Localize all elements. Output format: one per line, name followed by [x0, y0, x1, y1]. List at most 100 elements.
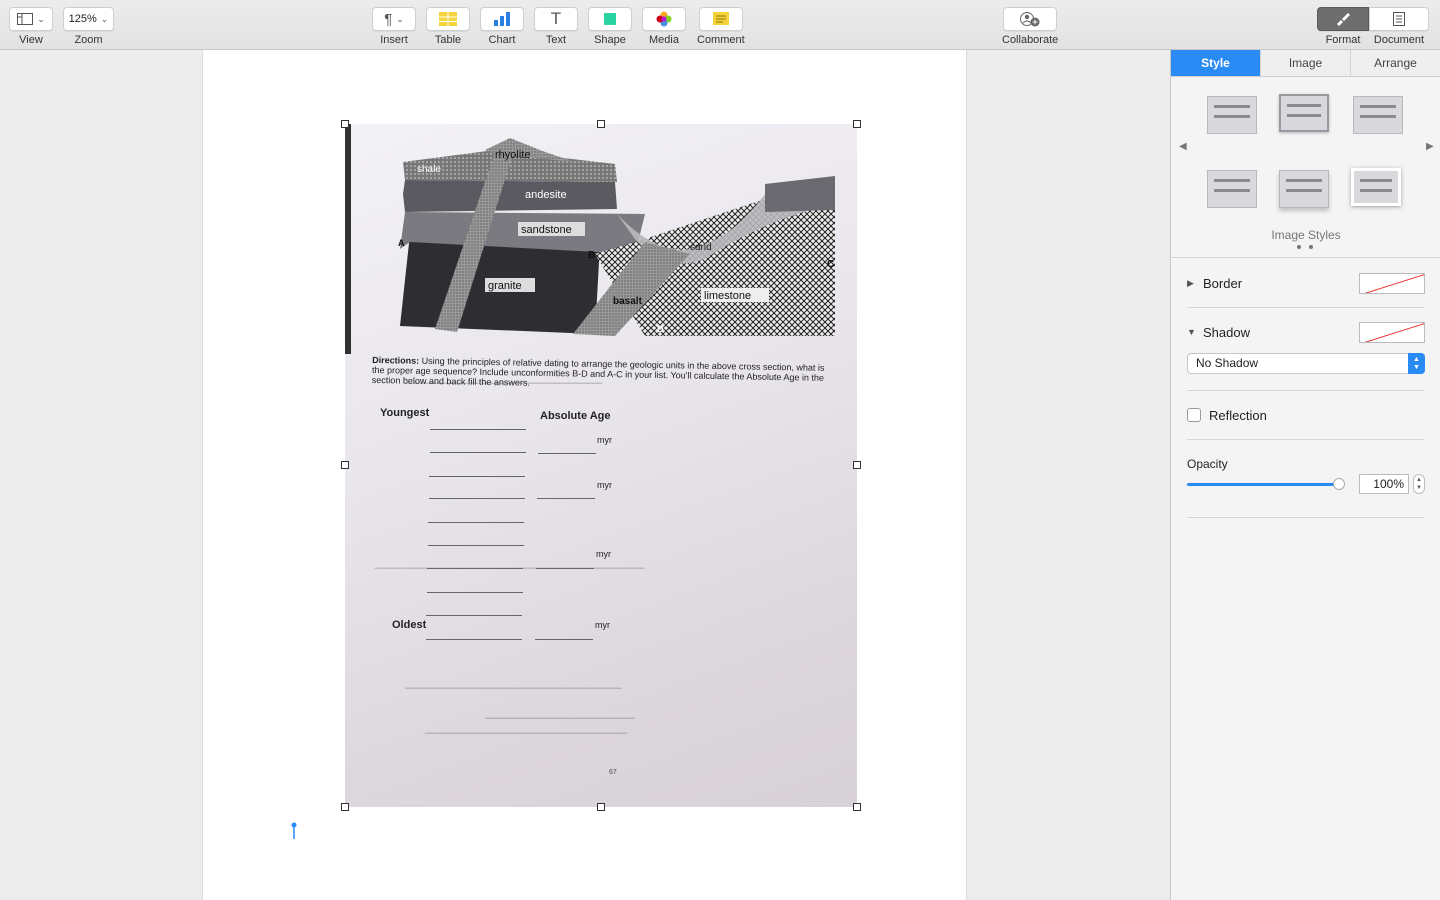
square-shape-icon — [604, 13, 616, 25]
tab-style[interactable]: Style — [1171, 50, 1261, 76]
media-control[interactable]: Media — [642, 7, 686, 46]
bleed-through-text: ━━━━━━━━━━━━━━━━━━━━━━━━━━━━━━━━━━━━━━━━… — [405, 684, 622, 693]
opacity-label: Opacity — [1187, 457, 1228, 471]
divider — [1187, 390, 1424, 391]
border-color-swatch[interactable] — [1359, 273, 1425, 294]
image-style-thumbnail[interactable] — [1207, 96, 1257, 134]
bleed-through-text: ━━━━━━━━━━━━━━━━━━━━━━━━━━━━━━━ — [485, 714, 635, 723]
shape-control[interactable]: Shape — [588, 7, 632, 46]
image-style-thumbnail[interactable] — [1279, 94, 1329, 132]
divider — [1171, 257, 1440, 258]
text-control[interactable]: T Text — [534, 7, 578, 46]
insert-control[interactable]: ¶ ⌄ Insert — [372, 7, 416, 46]
tab-image[interactable]: Image — [1261, 50, 1351, 76]
text-label: Text — [545, 34, 567, 46]
answer-line — [426, 639, 522, 640]
page-dot[interactable] — [1297, 245, 1301, 249]
document-page[interactable]: rhyolite shale andesite sandstone sand g… — [202, 50, 967, 900]
text-button[interactable]: T — [534, 7, 578, 31]
opacity-stepper[interactable]: ▲ ▼ — [1413, 474, 1425, 494]
worksheet-photo[interactable]: rhyolite shale andesite sandstone sand g… — [345, 124, 857, 807]
bleed-through-text: ━━━━━━━━━━━━━━━━━━━━━━━━━━━━━━━━━━━━━━━━… — [425, 729, 628, 738]
label-sandstone: sandstone — [521, 224, 572, 236]
collaborate-label: Collaborate — [1002, 34, 1059, 46]
myr-unit: myr — [597, 480, 612, 490]
selection-handle-bottom-right[interactable] — [853, 803, 861, 811]
answer-line — [430, 429, 526, 430]
image-style-thumbnail[interactable] — [1279, 170, 1329, 208]
chevron-down-icon: ⌄ — [37, 13, 45, 24]
media-button[interactable] — [642, 7, 686, 31]
bar-chart-icon — [494, 12, 510, 26]
view-control[interactable]: ⌄ View — [9, 7, 53, 46]
chart-control[interactable]: Chart — [480, 7, 524, 46]
tab-arrange[interactable]: Arrange — [1351, 50, 1440, 76]
answer-line — [430, 452, 526, 453]
answer-line — [427, 568, 523, 569]
document-control[interactable]: Document — [1369, 7, 1429, 46]
up-down-chevron-icon: ▲ ▼ — [1408, 353, 1425, 374]
answer-line — [429, 476, 525, 477]
label-shale: shale — [417, 164, 441, 175]
document-label: Document — [1373, 34, 1425, 46]
comment-control[interactable]: Comment — [697, 7, 745, 46]
table-control[interactable]: Table — [426, 7, 470, 46]
zoom-label: Zoom — [74, 34, 103, 46]
next-styles-arrow-icon[interactable]: ▶ — [1426, 141, 1434, 152]
selection-handle-top[interactable] — [597, 120, 605, 128]
disclosure-triangle-right-icon[interactable]: ▶ — [1187, 278, 1194, 289]
add-person-icon — [1020, 12, 1040, 27]
selection-handle-right[interactable] — [853, 461, 861, 469]
opacity-slider-knob[interactable] — [1333, 478, 1345, 490]
collaborate-control[interactable]: Collaborate — [1002, 7, 1058, 46]
selection-handle-top-left[interactable] — [341, 120, 349, 128]
border-label[interactable]: Border — [1203, 276, 1242, 291]
label-a: A — [398, 238, 405, 248]
view-button[interactable]: ⌄ — [9, 7, 53, 31]
selection-handle-left[interactable] — [341, 461, 349, 469]
image-style-thumbnail[interactable] — [1351, 168, 1401, 206]
collaborate-button[interactable] — [1003, 7, 1058, 31]
reflection-label[interactable]: Reflection — [1209, 408, 1267, 423]
age-line — [537, 498, 595, 499]
zoom-control[interactable]: 125% ⌄ Zoom — [63, 7, 114, 46]
selection-handle-top-right[interactable] — [853, 120, 861, 128]
shadow-color-swatch[interactable] — [1359, 322, 1425, 343]
binder-edge — [345, 124, 351, 354]
age-line — [538, 453, 596, 454]
divider — [1187, 517, 1424, 518]
chart-button[interactable] — [480, 7, 524, 31]
zoom-select[interactable]: 125% ⌄ — [63, 7, 114, 31]
shape-button[interactable] — [588, 7, 632, 31]
table-button[interactable] — [426, 7, 470, 31]
styles-page-dots[interactable] — [1297, 245, 1313, 249]
previous-styles-arrow-icon[interactable]: ◀ — [1179, 141, 1187, 152]
document-canvas[interactable]: rhyolite shale andesite sandstone sand g… — [0, 50, 1170, 900]
oldest-label: Oldest — [392, 619, 427, 631]
selection-handle-bottom-left[interactable] — [341, 803, 349, 811]
page-dot[interactable] — [1309, 245, 1313, 249]
disclosure-triangle-down-icon[interactable]: ▼ — [1187, 327, 1196, 337]
label-basalt: basalt — [613, 296, 643, 307]
comment-label: Comment — [697, 34, 745, 46]
divider — [1187, 439, 1424, 440]
selection-handle-bottom[interactable] — [597, 803, 605, 811]
reflection-checkbox[interactable] — [1187, 408, 1201, 422]
format-button[interactable] — [1317, 7, 1369, 31]
comment-button[interactable] — [698, 7, 743, 31]
answer-line — [429, 498, 525, 499]
opacity-slider[interactable] — [1187, 478, 1345, 490]
opacity-value-field[interactable]: 100% — [1359, 474, 1409, 494]
image-style-thumbnail[interactable] — [1207, 170, 1257, 208]
absolute-age-label: Absolute Age — [540, 410, 611, 422]
divider — [1187, 307, 1424, 308]
document-button[interactable] — [1369, 7, 1429, 31]
answer-line — [428, 545, 524, 546]
insert-button[interactable]: ¶ ⌄ — [372, 7, 416, 31]
format-control[interactable]: Format — [1317, 7, 1369, 46]
paintbrush-icon — [1337, 13, 1350, 26]
shadow-type-select[interactable]: No Shadow ▲ ▼ — [1187, 353, 1425, 374]
image-style-thumbnail[interactable] — [1353, 96, 1403, 134]
shadow-label[interactable]: Shadow — [1203, 325, 1250, 340]
andesite-layer — [403, 180, 617, 212]
